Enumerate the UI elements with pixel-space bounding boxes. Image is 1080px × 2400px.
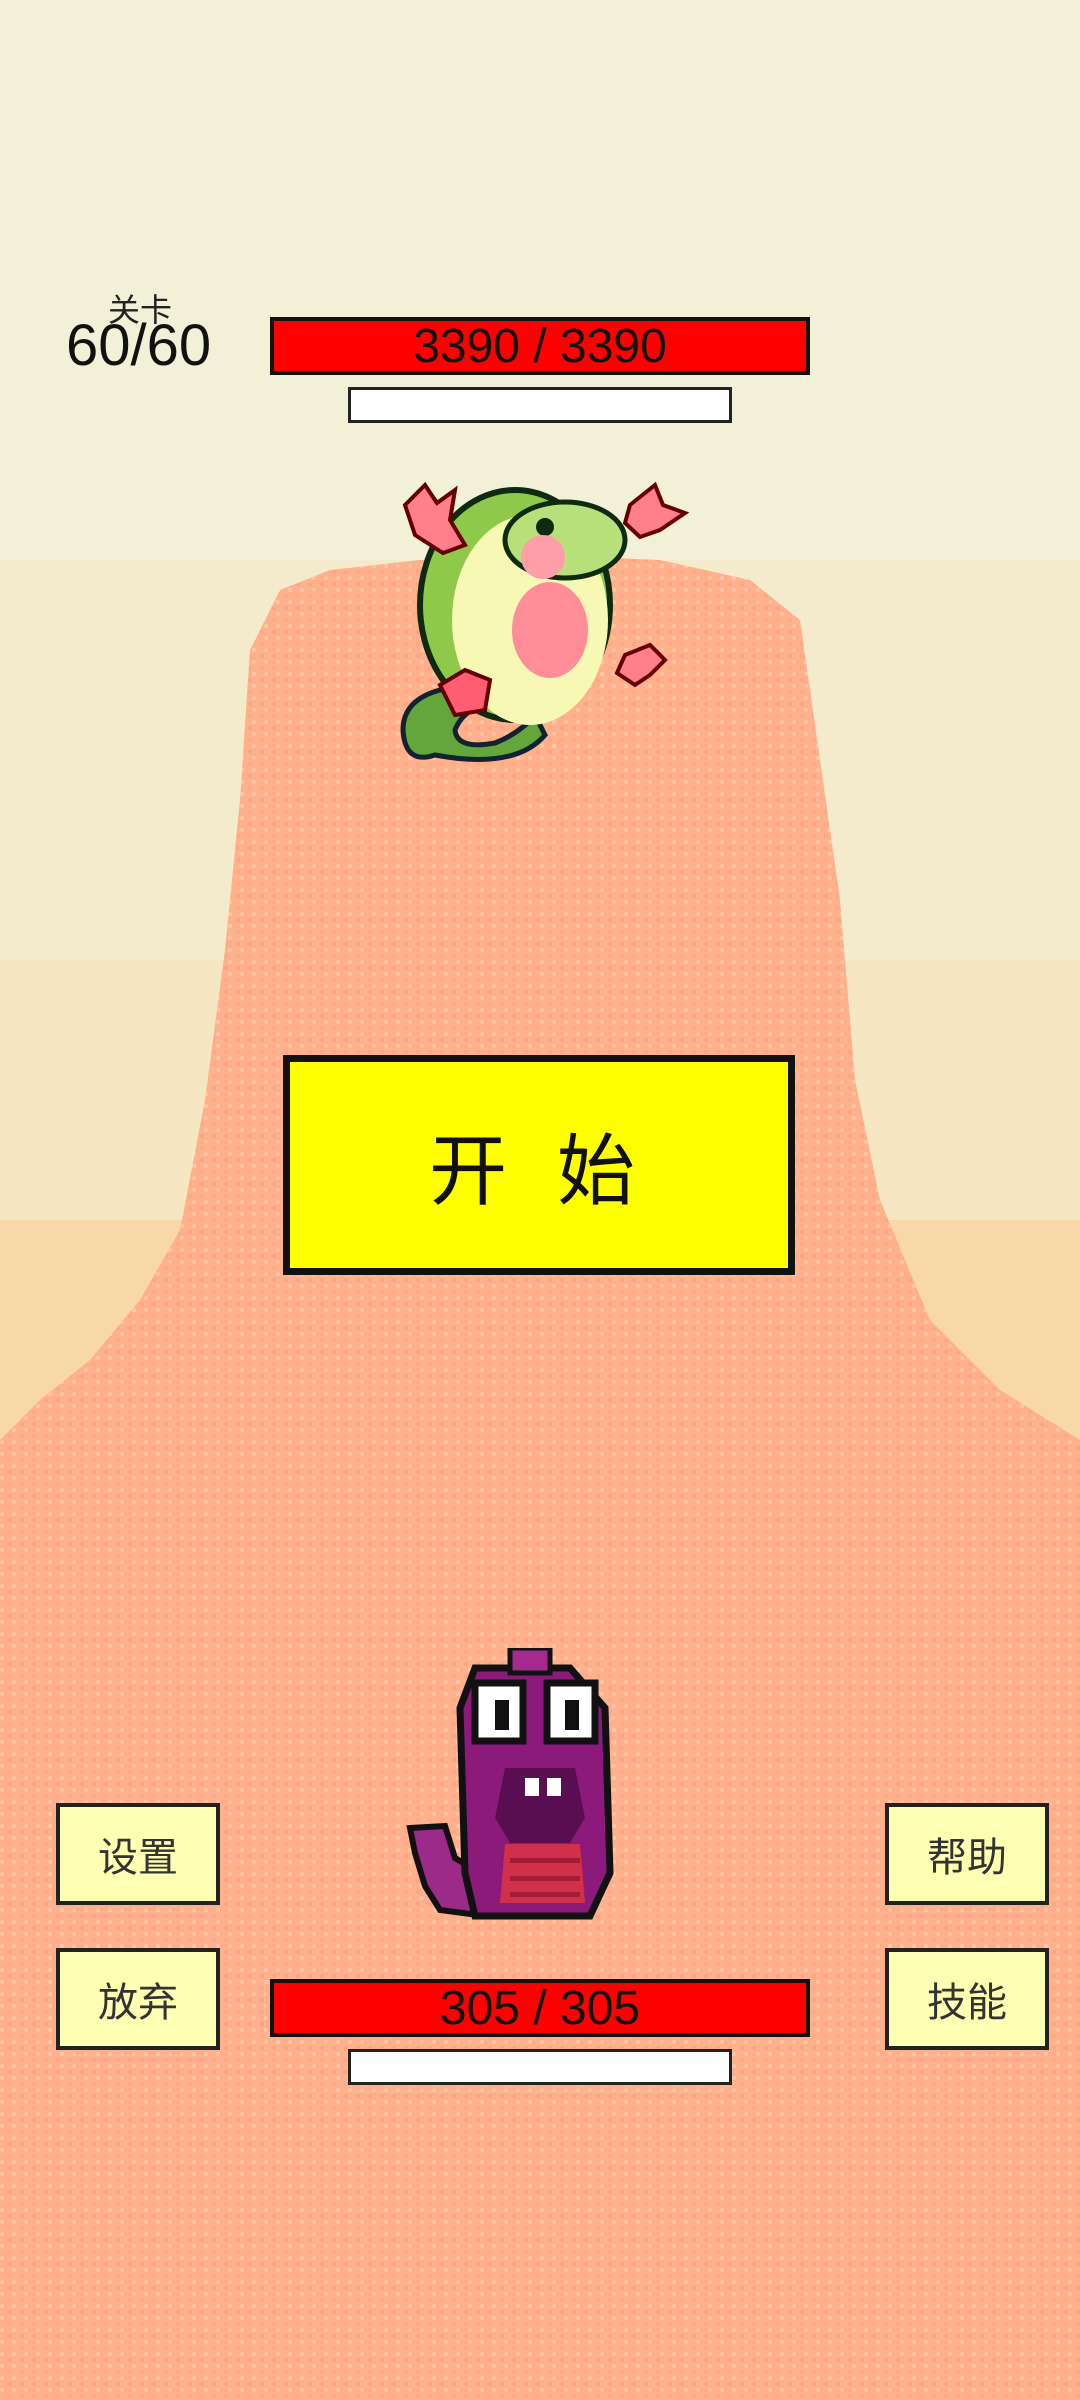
player-snake-sprite: [406, 1648, 614, 1920]
help-button[interactable]: 帮助: [885, 1803, 1049, 1905]
enemy-lizard-sprite: [400, 481, 690, 762]
start-button[interactable]: 开 始: [283, 1055, 795, 1275]
player-energy-bar: [348, 2049, 732, 2085]
give-up-button[interactable]: 放弃: [56, 1948, 220, 2050]
settings-button[interactable]: 设置: [56, 1803, 220, 1905]
enemy-energy-bar: [348, 387, 732, 423]
enemy-hp-bar: 3390 / 3390: [270, 317, 810, 375]
player-hp-text: 305 / 305: [439, 1981, 641, 2035]
enemy-hp-text: 3390 / 3390: [413, 319, 667, 373]
level-counter: 60/60: [66, 313, 212, 378]
skills-button[interactable]: 技能: [885, 1948, 1049, 2050]
player-hp-bar: 305 / 305: [270, 1979, 810, 2037]
